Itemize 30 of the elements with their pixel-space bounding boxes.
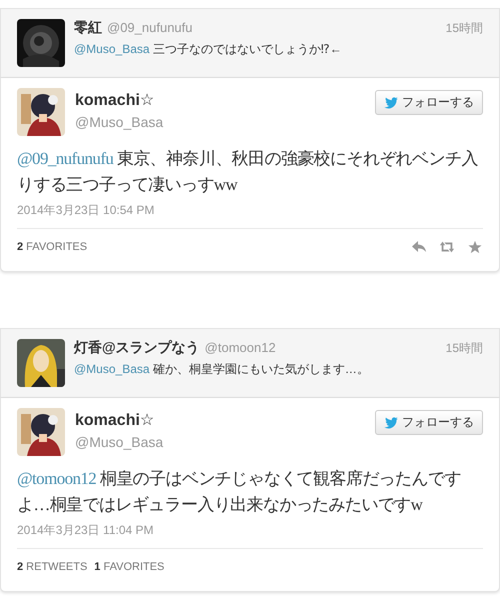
timestamp: 15時間 [446,20,483,37]
user-handle: @Muso_Basa [75,114,164,130]
mention-link[interactable]: @tomoon12 [17,469,96,488]
tweet-date: 2014年3月23日 10:54 PM [17,202,483,229]
user-name: 零紅 [74,19,102,37]
tweet-date: 2014年3月23日 11:04 PM [17,522,483,549]
mention-link[interactable]: @Muso_Basa [74,362,150,376]
tweet-text: @tomoon12 桐皇の子はベンチじゃなくて観客席だったんですよ…桐皇ではレギュラー入り出来なかったみたいですw [17,468,462,516]
mention-link[interactable]: @Muso_Basa [74,42,150,56]
user-handle: @Muso_Basa [75,434,164,450]
reply-text: @Muso_Basa 確か、桐皇学園にもいた気がします…。 [74,361,370,378]
tweet-text: @09_nufunufu 東京、神奈川、秋田の強豪校にそれぞれベンチ入りする三つ子って凄いっすww [17,148,479,196]
user-handle: @09_nufunufu [107,20,192,35]
bird-icon [384,416,398,428]
user-handle: @tomoon12 [204,340,276,355]
follow-button[interactable]: フォローする [375,410,483,435]
user-name: komachi☆ [75,411,156,430]
reply-text: @Muso_Basa 三つ子なのではないでしょうか⁉← [74,41,343,58]
stat-count: 2 FAVORITES [17,241,88,253]
mention-link[interactable]: @09_nufunufu [17,149,114,168]
bird-icon [384,96,398,108]
user-name: 灯香@スランプなう [74,339,200,357]
star-icon[interactable] [467,240,483,254]
stat-count: 1 FAVORITES [94,561,164,573]
retweet-icon[interactable] [439,240,455,254]
user-name: komachi☆ [75,91,156,110]
timestamp: 15時間 [446,340,483,357]
reply-icon[interactable] [411,240,427,254]
follow-button[interactable]: フォローする [375,90,483,115]
stat-count: 2 RETWEETS [17,561,88,573]
